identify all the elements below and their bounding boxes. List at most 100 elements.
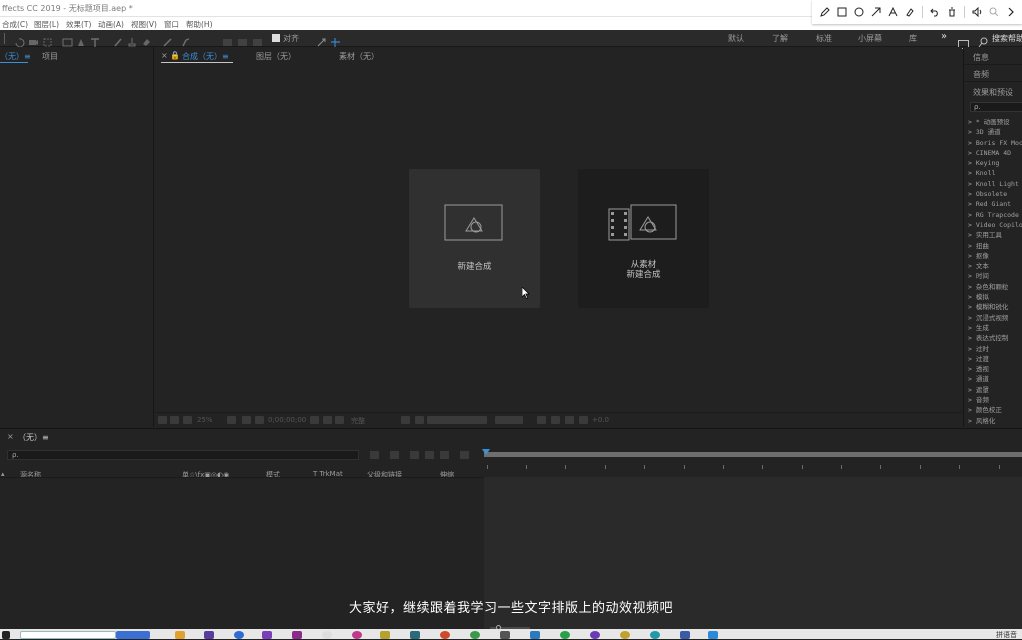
workspace-menu-icon[interactable]: [958, 34, 969, 49]
app-icon[interactable]: [440, 631, 450, 639]
rotate-tool-icon[interactable]: [14, 33, 25, 48]
effect-category[interactable]: > 扭曲: [968, 241, 1022, 251]
graph-editor-icon[interactable]: [460, 451, 469, 459]
rectangle-icon[interactable]: [835, 5, 849, 19]
effect-category[interactable]: > 过渡: [968, 354, 1022, 364]
app-icon[interactable]: [410, 631, 420, 639]
column-mode[interactable]: 模式: [266, 470, 280, 480]
effects-presets-tab[interactable]: 效果和预设: [973, 87, 1013, 98]
motion-blur-icon[interactable]: [440, 451, 449, 459]
effect-category[interactable]: > Boris FX Mocha: [968, 138, 1022, 148]
app-icon[interactable]: [650, 631, 660, 639]
view-select[interactable]: [427, 416, 487, 424]
menu-composition[interactable]: 合成(C): [2, 19, 28, 30]
column-switches[interactable]: 单☆\fx▣◎◐◉: [182, 470, 229, 480]
after-effects-icon[interactable]: [204, 631, 214, 639]
brush-tool-icon[interactable]: [113, 33, 124, 47]
camera-tool-icon[interactable]: [28, 33, 39, 45]
snap-icon[interactable]: [316, 33, 327, 47]
app-icon[interactable]: [530, 631, 540, 639]
indesign-icon[interactable]: [292, 631, 302, 639]
shy-layers-icon[interactable]: [410, 451, 419, 459]
premiere-icon[interactable]: [262, 631, 272, 639]
circle-icon[interactable]: [852, 5, 866, 19]
zoom-level[interactable]: 25%: [197, 416, 213, 424]
search-help-field[interactable]: 搜索帮助: [992, 33, 1022, 44]
workspace-overflow-button[interactable]: »: [941, 31, 947, 42]
effect-category[interactable]: > 风格化: [968, 416, 1022, 426]
effect-category[interactable]: > 3D 通道: [968, 127, 1022, 137]
tab-panel-none[interactable]: （无）≡: [0, 51, 31, 62]
effect-category[interactable]: > 表达式控制: [968, 333, 1022, 343]
effect-category[interactable]: > 文本: [968, 261, 1022, 271]
work-area-bar[interactable]: [484, 452, 1022, 457]
app-icon[interactable]: [590, 631, 600, 639]
pencil-icon[interactable]: [818, 5, 832, 19]
current-time[interactable]: 0;00;00;00: [268, 416, 306, 424]
safe-zones-icon[interactable]: [255, 416, 264, 424]
app-icon[interactable]: [620, 631, 630, 639]
snap-grid-icon[interactable]: [330, 33, 341, 47]
effect-category[interactable]: > 过时: [968, 344, 1022, 354]
region-of-interest-icon[interactable]: [401, 416, 410, 424]
effect-category[interactable]: > 生成: [968, 323, 1022, 333]
timeline-icon[interactable]: [551, 416, 560, 424]
app-icon[interactable]: [380, 631, 390, 639]
taskbar-search-button[interactable]: [116, 631, 150, 639]
channel-icon[interactable]: [335, 416, 344, 424]
app-icon[interactable]: [500, 631, 510, 639]
delete-icon[interactable]: [945, 5, 959, 19]
start-icon[interactable]: [2, 631, 10, 639]
menu-view[interactable]: 视图(V): [131, 19, 157, 30]
search-help-icon[interactable]: [978, 33, 989, 48]
workspace-small-screen[interactable]: 小屏幕: [858, 33, 882, 44]
frame-blending-icon[interactable]: [425, 451, 434, 459]
arrow-icon[interactable]: [869, 5, 883, 19]
exposure-value[interactable]: +0.0: [592, 416, 609, 424]
grid-icon[interactable]: [242, 416, 251, 424]
flowchart-icon[interactable]: [565, 416, 574, 424]
audio-panel-tab[interactable]: 音频: [973, 69, 989, 80]
undo-icon[interactable]: [928, 5, 942, 19]
eraser-tool-icon[interactable]: [141, 33, 152, 46]
effect-category[interactable]: > 透视: [968, 364, 1022, 374]
effect-category[interactable]: > 遮罩: [968, 385, 1022, 395]
snapshot-icon[interactable]: [310, 416, 319, 424]
app-icon[interactable]: [322, 631, 332, 639]
app-icon[interactable]: [680, 631, 690, 639]
app-icon[interactable]: [470, 631, 480, 639]
tab-layer[interactable]: 图层（无）: [256, 51, 296, 62]
effect-category[interactable]: > 模糊和锐化: [968, 302, 1022, 312]
menu-help[interactable]: 帮助(H): [186, 19, 213, 30]
menu-window[interactable]: 窗口: [164, 19, 179, 30]
column-stretch[interactable]: 伸缩: [440, 470, 454, 480]
effects-search-input[interactable]: ρ.: [970, 102, 1022, 112]
pan-behind-tool-icon[interactable]: [42, 33, 53, 47]
chevron-right-icon[interactable]: [1004, 5, 1018, 19]
effect-category[interactable]: > Obsolete: [968, 189, 1022, 199]
zoom-icon[interactable]: [987, 5, 1001, 19]
transparency-grid-icon[interactable]: [415, 416, 424, 424]
effect-category[interactable]: > Video Copilot: [968, 220, 1022, 230]
effect-category[interactable]: > RG Trapcode: [968, 210, 1022, 220]
effect-category[interactable]: > CINEMA 4D: [968, 148, 1022, 158]
column-parent-link[interactable]: 父级和链接: [367, 470, 402, 480]
new-composition-from-footage-button[interactable]: 从素材 新建合成: [578, 169, 709, 308]
align-checkbox[interactable]: [272, 34, 280, 42]
effect-category[interactable]: > 时间: [968, 271, 1022, 281]
column-source-name[interactable]: 源名称: [20, 470, 41, 480]
resolution-select[interactable]: 完整: [351, 416, 365, 426]
playhead-marker[interactable]: [482, 449, 490, 455]
file-explorer-icon[interactable]: [175, 631, 185, 639]
workspace-default[interactable]: 默认: [728, 33, 744, 44]
app-icon[interactable]: [560, 631, 570, 639]
resolution-icon[interactable]: [183, 416, 192, 424]
workspace-libraries[interactable]: 库: [909, 33, 917, 44]
lock-icon[interactable]: 🔒: [170, 51, 180, 60]
app-icon[interactable]: [352, 631, 362, 639]
menu-layer[interactable]: 图层(L): [34, 19, 59, 30]
effect-category[interactable]: > Red Giant: [968, 199, 1022, 209]
draft-3d-icon[interactable]: [390, 451, 399, 459]
effect-category[interactable]: > 杂色和颗粒: [968, 282, 1022, 292]
app-icon[interactable]: [708, 631, 718, 639]
